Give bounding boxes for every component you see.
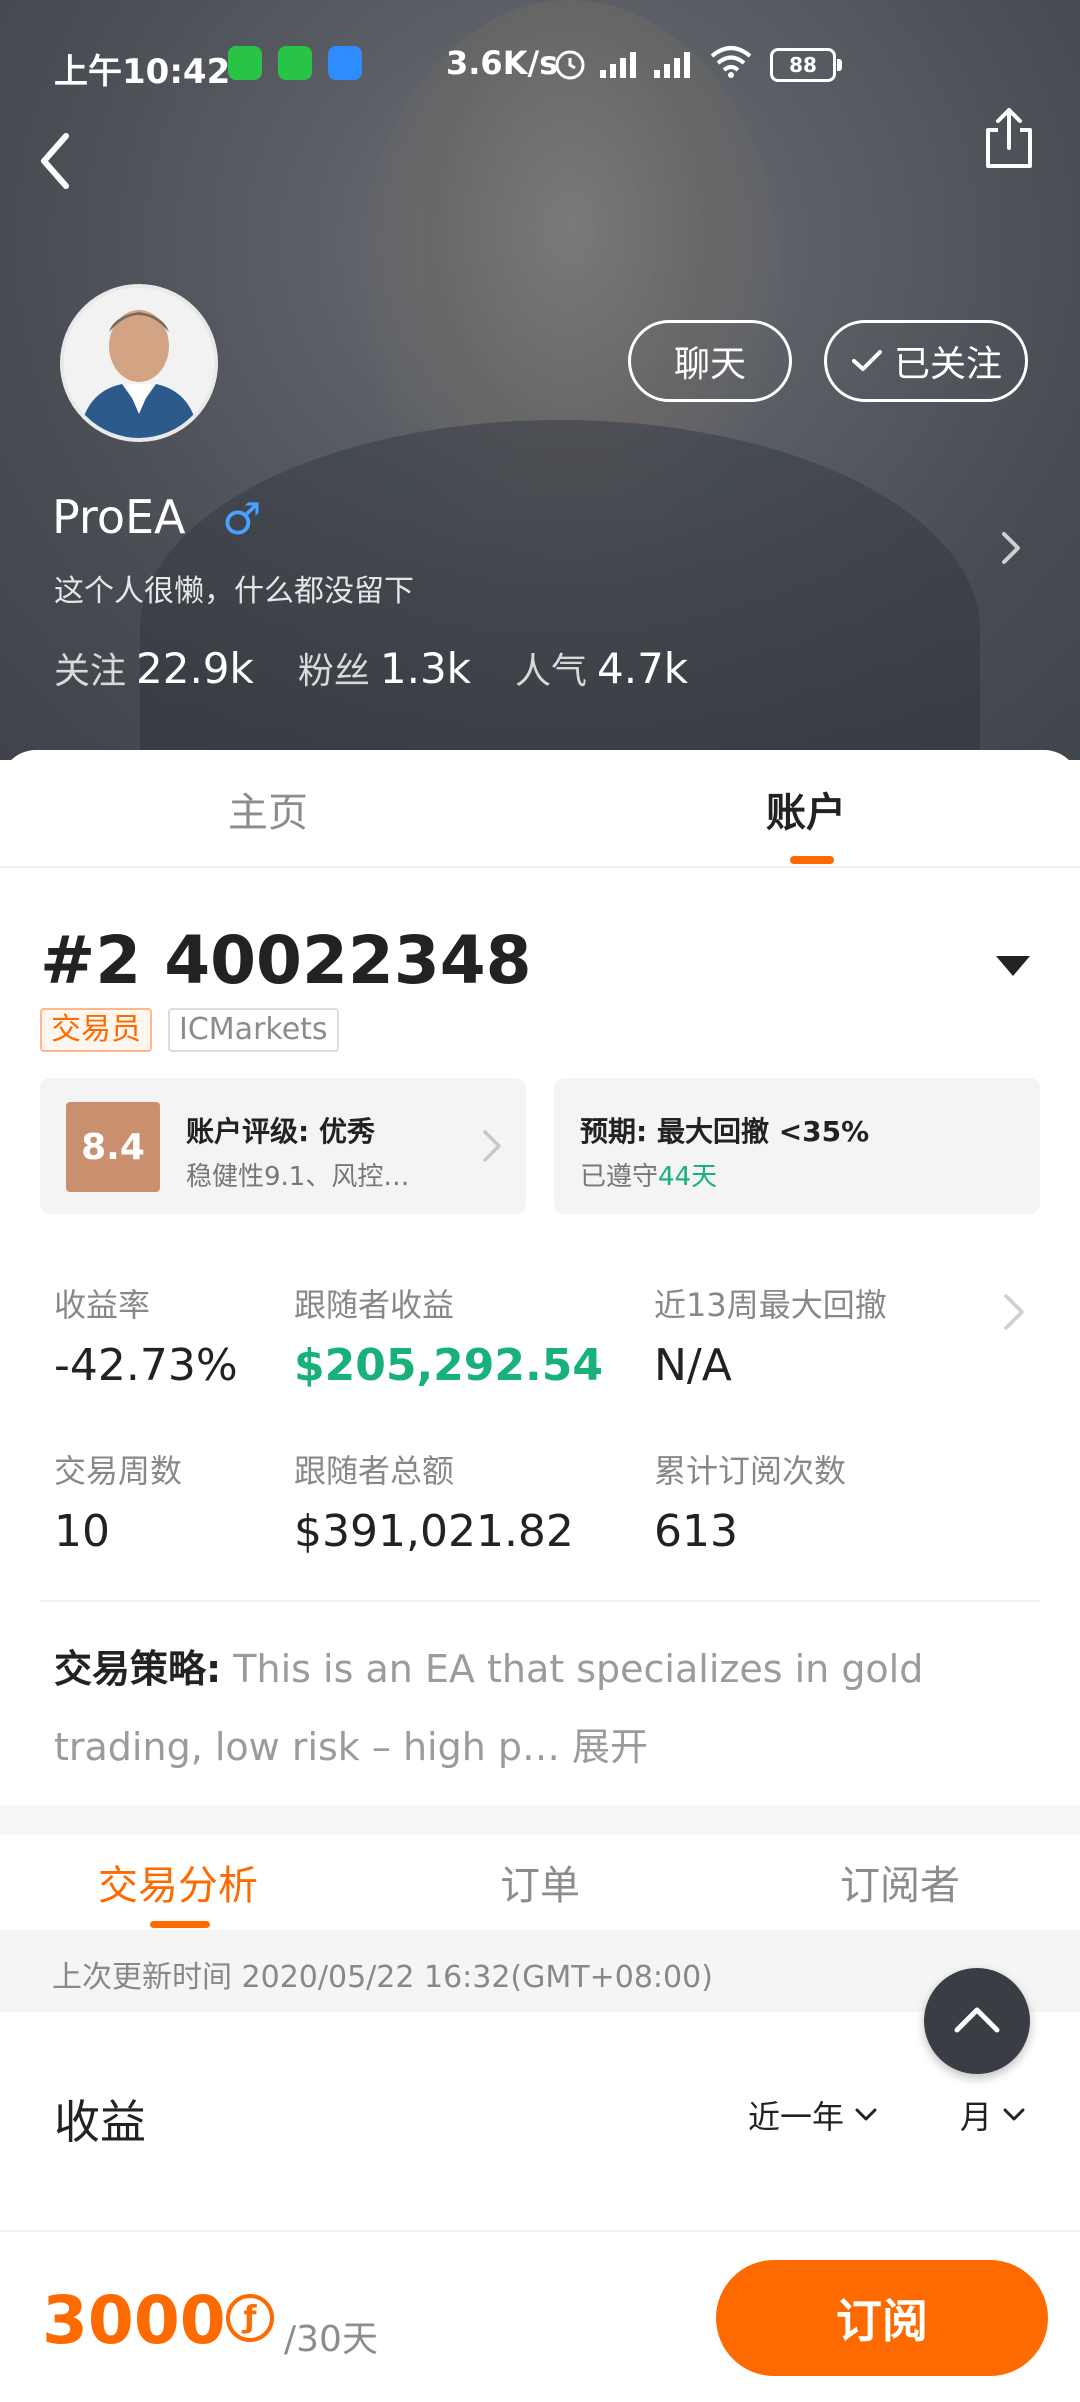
scroll-top-button[interactable] [924, 1968, 1030, 2074]
tab-home[interactable]: 主页 [228, 780, 308, 838]
metric-trading-weeks: 交易周数 10 [54, 1452, 183, 1557]
expectation-card: 预期: 最大回撤 <35% 已遵守44天 [554, 1078, 1040, 1214]
broker-tag: ICMarkets [168, 1008, 339, 1052]
signal-icon [654, 52, 690, 78]
rating-subtitle: 稳健性9.1、风控… [186, 1162, 410, 1192]
tab-subscribers[interactable]: 订阅者 [840, 1853, 960, 1911]
metric-follower-total: 跟随者总额 $391,021.82 [294, 1452, 574, 1557]
network-speed: 3.6K/s [446, 44, 559, 82]
active-tab-indicator [790, 856, 834, 864]
wechat-icon-2 [278, 46, 312, 80]
signal-hd-icon [600, 52, 636, 78]
tab-trade-analysis[interactable]: 交易分析 [98, 1853, 258, 1911]
expectation-subtitle: 已遵守44天 [580, 1162, 718, 1192]
chevron-up-icon [954, 2007, 1000, 2033]
metric-return-rate: 收益率 -42.73% [54, 1286, 238, 1391]
battery-icon: 88 [770, 48, 842, 82]
profile-header: 上午10:42 3.6K/s 88 聊天 已关注 ProEA ♂ 这个人很懒，什… [0, 0, 1080, 760]
section-spacer [0, 1805, 1080, 1835]
period-dropdown[interactable]: 近一年 [748, 2092, 878, 2138]
wechat-icon [228, 46, 262, 80]
tab-account[interactable]: 账户 [766, 780, 846, 838]
bottom-bar: 3000 ƒ /30天 订阅 [0, 2230, 1080, 2402]
subscribe-button[interactable]: 订阅 [716, 2260, 1048, 2376]
chevron-right-icon[interactable] [1000, 1290, 1028, 1334]
active-subtab-indicator [150, 1921, 210, 1928]
alarm-icon [555, 50, 585, 80]
tab-orders[interactable]: 订单 [500, 1853, 580, 1911]
metric-max-drawdown: 近13周最大回撤 N/A [654, 1286, 887, 1391]
top-tabs: 主页 账户 [0, 750, 1080, 868]
check-icon [851, 350, 882, 371]
strategy-text: 交易策略: This is an EA that specializes in … [54, 1647, 924, 1769]
stat-fans[interactable]: 粉丝 1.3k [298, 642, 471, 694]
expand-link[interactable]: 展开 [572, 1725, 648, 1769]
share-icon[interactable] [978, 104, 1040, 174]
chevron-right-icon[interactable] [996, 528, 1026, 568]
status-time: 上午10:42 [54, 52, 231, 92]
granularity-dropdown[interactable]: 月 [960, 2092, 1026, 2138]
metric-subscriptions: 累计订阅次数 613 [654, 1452, 847, 1557]
profile-name: ProEA [52, 490, 186, 544]
account-rating-card[interactable]: 8.4 账户评级: 优秀 稳健性9.1、风控… [40, 1078, 526, 1214]
followed-button[interactable]: 已关注 [824, 320, 1028, 402]
profile-bio: 这个人很懒，什么都没留下 [54, 574, 414, 609]
last-update-text: 上次更新时间 2020/05/22 16:32(GMT+08:00) [52, 1960, 713, 1995]
chevron-down-icon [855, 2108, 877, 2121]
gender-male-icon: ♂ [222, 494, 262, 545]
caret-down-icon[interactable] [996, 956, 1030, 976]
price: 3000 [42, 2282, 226, 2359]
trader-tag: 交易员 [40, 1008, 152, 1052]
chat-button[interactable]: 聊天 [628, 320, 792, 402]
profile-stats: 关注 22.9k 粉丝 1.3k 人气 4.7k [54, 642, 688, 694]
metric-follower-profit: 跟随者收益 $205,292.54 [294, 1286, 603, 1391]
wifi-icon [710, 46, 752, 78]
avatar[interactable] [60, 284, 218, 442]
price-period: /30天 [284, 2319, 378, 2360]
expectation-title: 预期: 最大回撤 <35% [580, 1115, 870, 1148]
divider [40, 1600, 1040, 1602]
stat-following[interactable]: 关注 22.9k [54, 642, 254, 694]
avatar-image [64, 288, 214, 438]
revenue-title: 收益 [54, 2095, 146, 2149]
account-title: #2 40022348 [40, 922, 532, 999]
app-notification-icon [328, 46, 362, 80]
rating-title: 账户评级: 优秀 [186, 1115, 375, 1148]
last-update-bar: 上次更新时间 2020/05/22 16:32(GMT+08:00) [0, 1930, 1080, 2012]
analysis-tabs: 交易分析 订单 订阅者 [0, 1835, 1080, 1931]
back-icon[interactable] [30, 126, 86, 196]
chevron-down-icon [1003, 2108, 1025, 2121]
status-bar: 上午10:42 3.6K/s 88 [0, 30, 1080, 100]
coin-icon: ƒ [226, 2294, 274, 2342]
main-card: 主页 账户 #2 40022348 交易员 ICMarkets 8.4 账户评级… [0, 750, 1080, 2400]
followed-label: 已关注 [893, 344, 1002, 385]
stat-popularity: 人气 4.7k [515, 644, 689, 693]
chevron-right-icon [483, 1130, 501, 1162]
rating-score: 8.4 [66, 1102, 160, 1192]
